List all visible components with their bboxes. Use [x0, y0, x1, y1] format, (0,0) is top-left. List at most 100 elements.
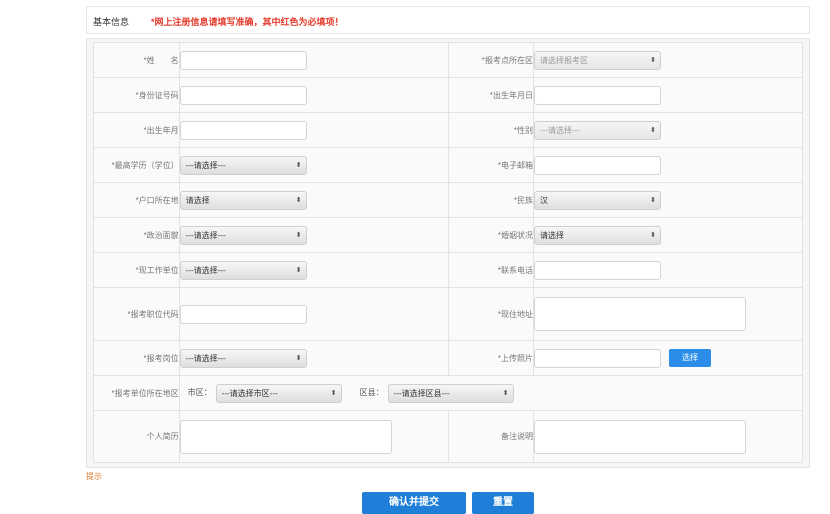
- reset-button[interactable]: 重置: [472, 492, 534, 514]
- right-field-label: *出生年月日: [447, 77, 535, 113]
- right-field-cell: [533, 287, 803, 341]
- right-dropdown[interactable]: 请选择 ⬍: [534, 225, 661, 245]
- form-row: *报考岗位 ---请选择--- ⬍ *上传照片 选择: [93, 340, 803, 376]
- left-field-label: *政治面貌: [93, 217, 180, 253]
- right-dropdown[interactable]: ---请选择--- ⬍: [534, 120, 661, 140]
- right-field-label: *报考点所在区: [447, 42, 535, 78]
- remarks-label: 备注说明: [447, 410, 535, 463]
- dropdown-value: ---请选择区县---: [393, 388, 450, 398]
- form-row: *最高学历（学位） ---请选择--- ⬍ *电子邮箱: [93, 147, 803, 183]
- dropdown-arrow-icon: ⬍: [295, 161, 302, 169]
- dropdown-value: 请选择: [540, 230, 564, 240]
- form-row: *姓 名 *报考点所在区 请选择报考区 ⬍: [93, 42, 803, 78]
- dropdown-arrow-icon: ⬍: [650, 56, 656, 64]
- dropdown-arrow-icon: ⬍: [295, 354, 302, 362]
- resume-cell: [178, 410, 449, 463]
- tip-note: 提示: [86, 472, 102, 481]
- left-field-cell: [178, 287, 449, 341]
- remarks-row: 个人简历 备注说明: [93, 410, 803, 463]
- right-field-cell: [533, 252, 803, 288]
- left-field-label: *现工作单位: [93, 252, 180, 288]
- left-field-label: *报考岗位: [93, 340, 180, 376]
- right-text-input[interactable]: [534, 85, 661, 105]
- dropdown-value: ---请选择---: [540, 125, 580, 135]
- right-text-input[interactable]: [534, 260, 661, 280]
- dropdown-arrow-icon: ⬍: [650, 196, 656, 204]
- dropdown-arrow-icon: ⬍: [650, 231, 656, 239]
- right-field-label: *婚姻状况: [447, 217, 535, 253]
- select-file-button[interactable]: 选择: [669, 349, 711, 367]
- dropdown-arrow-icon: ⬍: [295, 266, 302, 274]
- remarks-cell: [533, 410, 803, 463]
- dropdown-value: 请选择: [185, 195, 210, 205]
- area-row: *报考单位所在地区 市区： ---请选择市区--- ⬍ 区县： ---请选择区县--- ⬍: [93, 375, 804, 411]
- left-field-label: *户口所在地: [93, 182, 180, 218]
- city-dropdown[interactable]: ---请选择市区--- ⬍: [215, 383, 342, 403]
- dropdown-value: 汉: [540, 195, 548, 205]
- left-field-cell: [178, 112, 449, 148]
- dropdown-value: ---请选择---: [185, 353, 226, 363]
- form-row: *报考职位代码 *现住地址: [93, 287, 803, 341]
- dropdown-arrow-icon: ⬍: [295, 231, 302, 239]
- required-warning: *网上注册信息请填写准确，其中红色为必填项！: [151, 17, 344, 27]
- left-field-cell: [178, 42, 449, 78]
- left-text-input[interactable]: [179, 50, 307, 70]
- district-label: 区县：: [359, 388, 384, 398]
- form-row: *现工作单位 ---请选择--- ⬍ *联系电话: [93, 252, 803, 288]
- right-field-cell: 请选择报考区 ⬍: [533, 42, 803, 78]
- right-field-cell: 选择: [533, 340, 803, 376]
- left-field-cell: ---请选择--- ⬍: [178, 217, 449, 253]
- left-dropdown[interactable]: ---请选择--- ⬍: [179, 225, 307, 245]
- right-text-input[interactable]: [534, 155, 661, 175]
- dropdown-value: ---请选择市区---: [221, 388, 278, 398]
- left-field-cell: ---请选择--- ⬍: [178, 340, 449, 376]
- dropdown-arrow-icon: ⬍: [650, 126, 656, 134]
- area-field-cell: 市区： ---请选择市区--- ⬍ 区县： ---请选择区县--- ⬍: [178, 375, 804, 411]
- right-field-label: *现住地址: [447, 287, 535, 341]
- district-dropdown[interactable]: ---请选择区县--- ⬍: [387, 383, 514, 403]
- left-field-cell: 请选择 ⬍: [178, 182, 449, 218]
- form-row: *政治面貌 ---请选择--- ⬍ *婚姻状况 请选择 ⬍: [93, 217, 803, 253]
- left-dropdown[interactable]: ---请选择--- ⬍: [179, 348, 307, 368]
- form-panel: *姓 名 *报考点所在区 请选择报考区 ⬍ *身份证号码 *出生年月日 *出生年月 *性别 --…: [86, 38, 810, 468]
- left-text-input[interactable]: [179, 120, 307, 140]
- left-field-cell: ---请选择--- ⬍: [178, 252, 449, 288]
- left-field-cell: ---请选择--- ⬍: [178, 147, 449, 183]
- right-field-cell: 请选择 ⬍: [533, 217, 803, 253]
- left-field-label: *身份证号码: [93, 77, 180, 113]
- left-text-input[interactable]: [179, 85, 307, 105]
- dropdown-arrow-icon: ⬍: [295, 196, 302, 204]
- left-dropdown[interactable]: 请选择 ⬍: [179, 190, 307, 210]
- resume-label: 个人简历: [93, 410, 180, 463]
- right-field-cell: ---请选择--- ⬍: [533, 112, 803, 148]
- area-label: *报考单位所在地区: [93, 375, 180, 411]
- left-field-cell: [178, 77, 449, 113]
- right-field-label: *性别: [447, 112, 535, 148]
- remarks-textarea[interactable]: [534, 419, 746, 454]
- left-text-input[interactable]: [179, 304, 307, 324]
- left-dropdown[interactable]: ---请选择--- ⬍: [179, 260, 307, 280]
- left-dropdown[interactable]: ---请选择--- ⬍: [179, 155, 307, 175]
- right-field-label: *联系电话: [447, 252, 535, 288]
- registration-form: *姓 名 *报考点所在区 请选择报考区 ⬍ *身份证号码 *出生年月日 *出生年月 *性别 --…: [93, 42, 804, 463]
- left-field-label: *报考职位代码: [93, 287, 180, 341]
- form-header: 基本信息 *网上注册信息请填写准确，其中红色为必填项！: [86, 6, 810, 34]
- right-dropdown[interactable]: 汉 ⬍: [534, 190, 661, 210]
- dropdown-value: ---请选择---: [185, 230, 226, 240]
- form-row: *出生年月 *性别 ---请选择--- ⬍: [93, 112, 803, 148]
- resume-textarea[interactable]: [179, 419, 392, 454]
- dropdown-value: 请选择报考区: [540, 55, 588, 65]
- right-dropdown[interactable]: 请选择报考区 ⬍: [534, 50, 661, 70]
- right-field-cell: 汉 ⬍: [533, 182, 803, 218]
- form-title: 基本信息: [93, 17, 130, 27]
- form-row: *户口所在地 请选择 ⬍ *民族汉 ⬍: [93, 182, 803, 218]
- right-field-label: *民族: [447, 182, 535, 218]
- right-field-cell: [533, 77, 803, 113]
- dropdown-value: ---请选择---: [185, 265, 226, 275]
- city-label: 市区：: [187, 388, 212, 398]
- dropdown-arrow-icon: ⬍: [502, 389, 509, 397]
- right-text-input[interactable]: [534, 348, 661, 368]
- right-textarea[interactable]: [534, 297, 746, 331]
- left-field-label: *姓 名: [93, 42, 180, 78]
- submit-button[interactable]: 确认并提交: [362, 492, 466, 514]
